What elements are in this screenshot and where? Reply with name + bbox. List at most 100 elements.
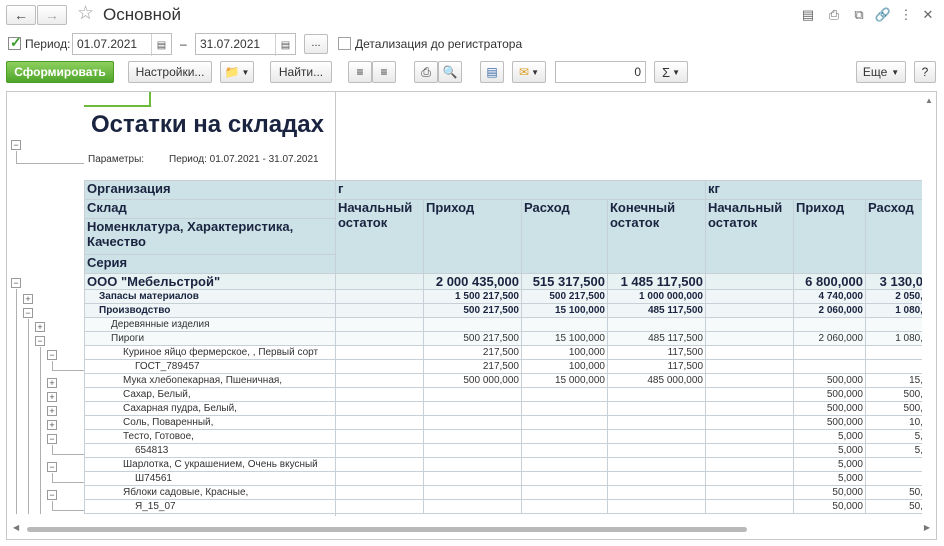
value-cell[interactable] (793, 345, 866, 360)
value-cell[interactable]: 500,000 (793, 387, 866, 402)
scroll-up-icon[interactable]: ▲ (925, 96, 933, 105)
row-label-cell[interactable]: Запасы материалов (84, 289, 336, 304)
scroll-left-icon[interactable]: ◀ (13, 523, 19, 532)
value-cell[interactable]: 2 060,000 (793, 331, 866, 346)
value-cell[interactable]: 50, (865, 499, 926, 514)
value-cell[interactable]: 6 800,000 (793, 273, 866, 290)
value-cell[interactable] (335, 345, 424, 360)
date-to-field[interactable]: 31.07.2021 ▤ (195, 33, 296, 56)
value-cell[interactable] (423, 443, 522, 458)
print-icon[interactable]: ⎙ (826, 7, 842, 23)
value-cell[interactable] (607, 401, 706, 416)
value-cell[interactable] (335, 499, 424, 514)
value-cell[interactable]: 1 485 117,500 (607, 273, 706, 290)
value-cell[interactable] (705, 289, 794, 304)
value-cell[interactable]: 5, (865, 443, 926, 458)
value-cell[interactable]: 15 000,000 (521, 373, 608, 388)
value-cell[interactable] (335, 359, 424, 374)
row-label-cell[interactable]: Пироги (84, 331, 336, 346)
value-cell[interactable] (607, 429, 706, 444)
vertical-scrollbar[interactable]: ▲ (922, 92, 936, 516)
value-cell[interactable] (865, 317, 926, 332)
value-cell[interactable]: 485 117,500 (607, 303, 706, 318)
value-cell[interactable] (705, 303, 794, 318)
date-from-field[interactable]: 01.07.2021 ▤ (72, 33, 172, 56)
value-cell[interactable] (607, 415, 706, 430)
value-cell[interactable] (335, 415, 424, 430)
row-label-cell[interactable]: Тесто, Готовое, (84, 429, 336, 444)
value-cell[interactable] (705, 331, 794, 346)
row-label-cell[interactable]: Сахар, Белый, (84, 387, 336, 402)
value-cell[interactable]: 5,000 (793, 457, 866, 472)
value-cell[interactable] (335, 401, 424, 416)
value-cell[interactable]: 1 500 217,500 (423, 289, 522, 304)
value-cell[interactable] (423, 485, 522, 500)
value-cell[interactable]: 2 050, (865, 289, 926, 304)
value-cell[interactable]: 5, (865, 429, 926, 444)
value-cell[interactable] (705, 317, 794, 332)
row-label-cell[interactable]: Мука хлебопекарная, Пшеничная, (84, 373, 336, 388)
value-cell[interactable]: 500,000 (793, 373, 866, 388)
value-cell[interactable]: 2 060,000 (793, 303, 866, 318)
value-cell[interactable] (705, 373, 794, 388)
value-cell[interactable]: 1 080, (865, 331, 926, 346)
detail-checkbox[interactable] (338, 37, 351, 50)
value-cell[interactable]: 5,000 (793, 471, 866, 486)
value-cell[interactable] (335, 443, 424, 458)
value-cell[interactable] (521, 499, 608, 514)
expand-salt-icon[interactable]: + (47, 420, 57, 430)
value-cell[interactable] (335, 387, 424, 402)
value-cell[interactable] (793, 317, 866, 332)
value-cell[interactable]: 500 217,500 (521, 289, 608, 304)
value-cell[interactable] (865, 345, 926, 360)
value-cell[interactable]: 117,500 (607, 359, 706, 374)
value-cell[interactable]: 500, (865, 401, 926, 416)
print-button[interactable]: ⎙ (414, 61, 438, 83)
value-cell[interactable] (607, 485, 706, 500)
save-button[interactable]: ▤ (480, 61, 504, 83)
value-cell[interactable] (423, 415, 522, 430)
row-label-cell[interactable]: Соль, Поваренный, (84, 415, 336, 430)
value-cell[interactable]: 100,000 (521, 345, 608, 360)
value-cell[interactable]: 217,500 (423, 345, 522, 360)
collapse-charlotte-icon[interactable]: − (47, 462, 57, 472)
value-cell[interactable]: 50,000 (793, 485, 866, 500)
value-cell[interactable]: 515 317,500 (521, 273, 608, 290)
close-icon[interactable]: ✕ (920, 7, 936, 23)
value-cell[interactable]: 485 117,500 (607, 331, 706, 346)
value-cell[interactable] (607, 443, 706, 458)
collapse-pies-icon[interactable]: − (35, 336, 45, 346)
collapse-dough-icon[interactable]: − (47, 434, 57, 444)
value-cell[interactable] (705, 273, 794, 290)
value-cell[interactable] (335, 289, 424, 304)
value-cell[interactable]: 1 080, (865, 303, 926, 318)
preview-button[interactable]: 🔍 (438, 61, 462, 83)
value-cell[interactable] (335, 317, 424, 332)
collapse-org-icon[interactable]: − (11, 278, 21, 288)
value-cell[interactable]: 15 100,000 (521, 303, 608, 318)
help-button[interactable]: ? (914, 61, 936, 83)
value-cell[interactable] (335, 429, 424, 444)
value-cell[interactable]: 10, (865, 415, 926, 430)
value-cell[interactable]: 217,500 (423, 359, 522, 374)
value-cell[interactable] (423, 429, 522, 444)
collapse-header-icon[interactable]: − (11, 140, 21, 150)
value-cell[interactable]: 500,000 (793, 415, 866, 430)
value-cell[interactable] (705, 443, 794, 458)
value-cell[interactable] (865, 471, 926, 486)
value-cell[interactable] (335, 331, 424, 346)
value-cell[interactable] (423, 471, 522, 486)
value-cell[interactable]: 3 130,0 (865, 273, 926, 290)
collapse-egg-icon[interactable]: − (47, 350, 57, 360)
value-cell[interactable] (423, 499, 522, 514)
value-cell[interactable] (521, 429, 608, 444)
value-cell[interactable]: 1 000 000,000 (607, 289, 706, 304)
value-cell[interactable]: 117,500 (607, 345, 706, 360)
value-cell[interactable] (521, 443, 608, 458)
value-cell[interactable]: 15 100,000 (521, 331, 608, 346)
value-cell[interactable]: 2 000 435,000 (423, 273, 522, 290)
value-cell[interactable] (423, 387, 522, 402)
value-cell[interactable] (521, 485, 608, 500)
value-cell[interactable] (423, 457, 522, 472)
row-label-cell[interactable]: ООО "Мебельстрой" (84, 273, 336, 290)
